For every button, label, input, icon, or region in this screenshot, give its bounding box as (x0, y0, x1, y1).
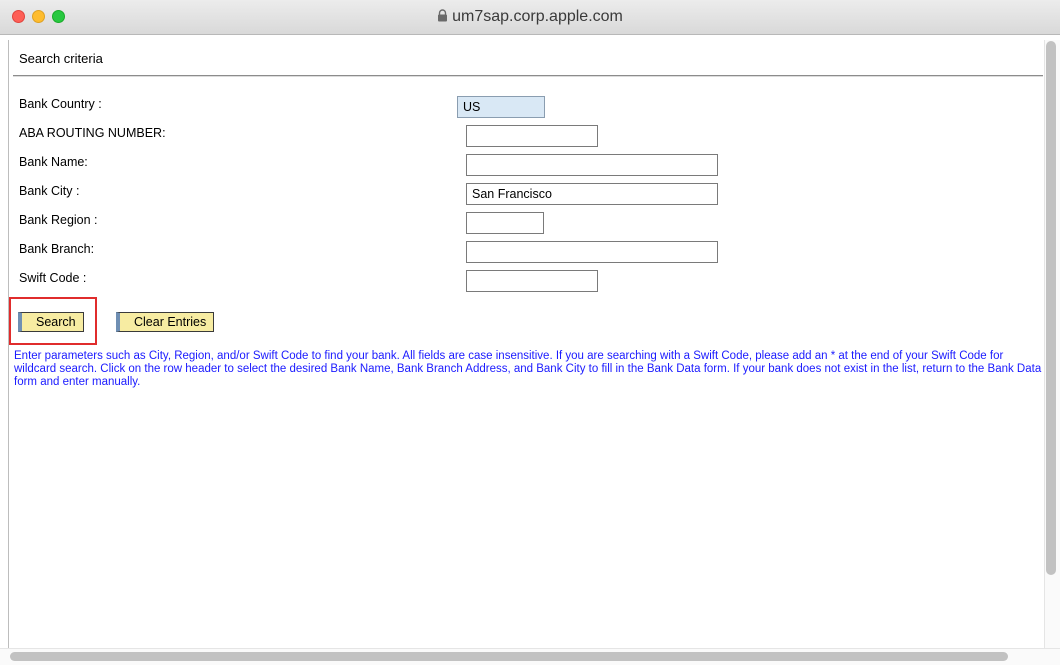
title-bar: um7sap.corp.apple.com (0, 0, 1060, 35)
section-divider (13, 75, 1043, 77)
aba-routing-field[interactable] (466, 125, 598, 147)
bank-city-label: Bank City : (19, 184, 80, 198)
search-button[interactable]: Search (18, 312, 84, 332)
section-title: Search criteria (19, 51, 103, 66)
bank-name-field[interactable] (466, 154, 718, 176)
aba-routing-label: ABA ROUTING NUMBER: (19, 126, 166, 140)
bank-country-label: Bank Country : (19, 97, 102, 111)
bank-region-label: Bank Region : (19, 213, 98, 227)
help-text: Enter parameters such as City, Region, a… (14, 350, 1042, 388)
vertical-scrollbar-thumb[interactable] (1046, 41, 1056, 575)
swift-code-label: Swift Code : (19, 271, 87, 285)
browser-window: um7sap.corp.apple.com Search criteria Ba… (0, 0, 1060, 665)
bank-city-field[interactable] (466, 183, 718, 205)
lock-icon (437, 8, 448, 28)
bank-branch-field[interactable] (466, 241, 718, 263)
bank-country-field[interactable] (457, 96, 545, 118)
page-content: Search criteria Bank Country : ABA ROUTI… (8, 40, 1045, 648)
window-title-area: um7sap.corp.apple.com (0, 7, 1060, 28)
bank-region-field[interactable] (466, 212, 544, 234)
horizontal-scrollbar-thumb[interactable] (10, 652, 1008, 661)
bank-branch-label: Bank Branch: (19, 242, 95, 256)
window-title: um7sap.corp.apple.com (452, 8, 623, 25)
bank-name-label: Bank Name: (19, 155, 88, 169)
clear-entries-button[interactable]: Clear Entries (116, 312, 215, 332)
swift-code-field[interactable] (466, 270, 598, 292)
